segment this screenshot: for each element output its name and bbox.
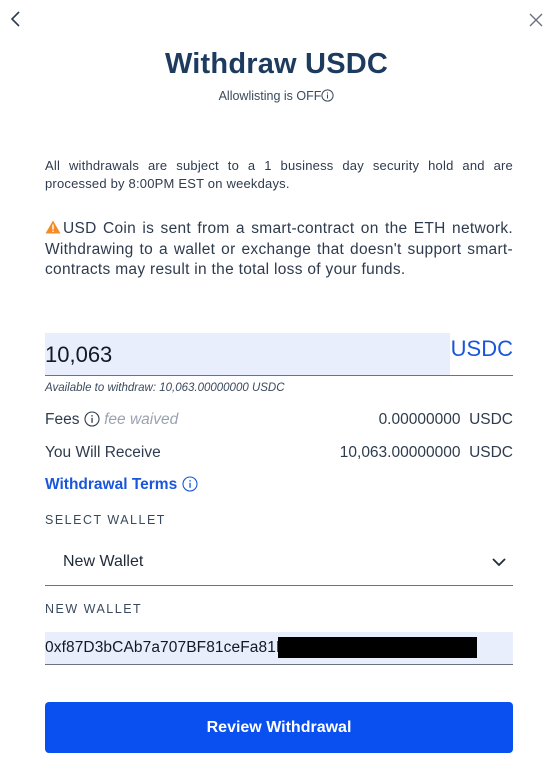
security-hold-notice: All withdrawals are subject to a 1 busin… xyxy=(45,158,513,191)
receive-value: 10,063.00000000 xyxy=(339,444,461,461)
fee-waived-note: fee waived xyxy=(104,411,179,428)
smart-contract-warning: USD Coin is sent from a smart-contract o… xyxy=(45,219,513,281)
receive-amount: 10,063.00000000 USDC xyxy=(340,444,513,462)
available-balance: Available to withdraw: 10,063.00000000 U… xyxy=(45,382,285,394)
allowlisting-status: Allowlisting is OFF xyxy=(0,89,553,103)
fees-info-icon[interactable] xyxy=(84,411,100,427)
close-icon xyxy=(529,13,543,27)
fees-label-group: Fees fee waived xyxy=(45,411,178,429)
receive-label: You Will Receive xyxy=(45,444,161,461)
page-title: Withdraw USDC xyxy=(164,48,389,80)
wallet-select-value[interactable]: New Wallet xyxy=(63,553,143,571)
fees-label: Fees xyxy=(45,411,80,428)
chevron-down-icon[interactable] xyxy=(491,554,507,570)
warning-triangle-icon xyxy=(45,220,61,234)
wallet-select[interactable]: New Wallet xyxy=(45,540,513,586)
close-button[interactable] xyxy=(528,12,544,28)
fees-value: 0.00000000 xyxy=(378,411,461,428)
new-wallet-label: NEW WALLET xyxy=(45,602,143,616)
review-withdrawal-button[interactable]: Review Withdrawal xyxy=(45,702,513,753)
terms-info-icon[interactable] xyxy=(181,476,198,492)
amount-unit: USDC xyxy=(450,336,513,361)
info-icon[interactable] xyxy=(321,89,335,102)
receive-unit: USDC xyxy=(469,444,513,461)
withdrawal-terms-link[interactable]: Withdrawal Terms xyxy=(45,476,198,494)
wallet-address-value[interactable]: 0xf87D3bCAb7a707BF81ceFa81E xyxy=(45,639,286,657)
warning-text: USD Coin is sent from a smart-contract o… xyxy=(45,220,513,278)
redaction-block xyxy=(278,637,477,658)
allowlisting-label: Allowlisting is xyxy=(218,89,293,103)
allowlisting-value: OFF xyxy=(296,89,322,103)
wallet-address-input[interactable]: 0xf87D3bCAb7a707BF81ceFa81E xyxy=(45,632,513,665)
back-button[interactable] xyxy=(8,10,24,28)
fees-unit: USDC xyxy=(469,411,513,428)
select-wallet-label: SELECT WALLET xyxy=(45,513,166,527)
fees-amount: 0.00000000 USDC xyxy=(379,411,513,429)
amount-value[interactable]: 10,063 xyxy=(45,342,112,368)
chevron-left-icon xyxy=(10,11,20,27)
withdrawal-terms-label[interactable]: Withdrawal Terms xyxy=(45,476,177,493)
amount-underline xyxy=(45,375,513,376)
